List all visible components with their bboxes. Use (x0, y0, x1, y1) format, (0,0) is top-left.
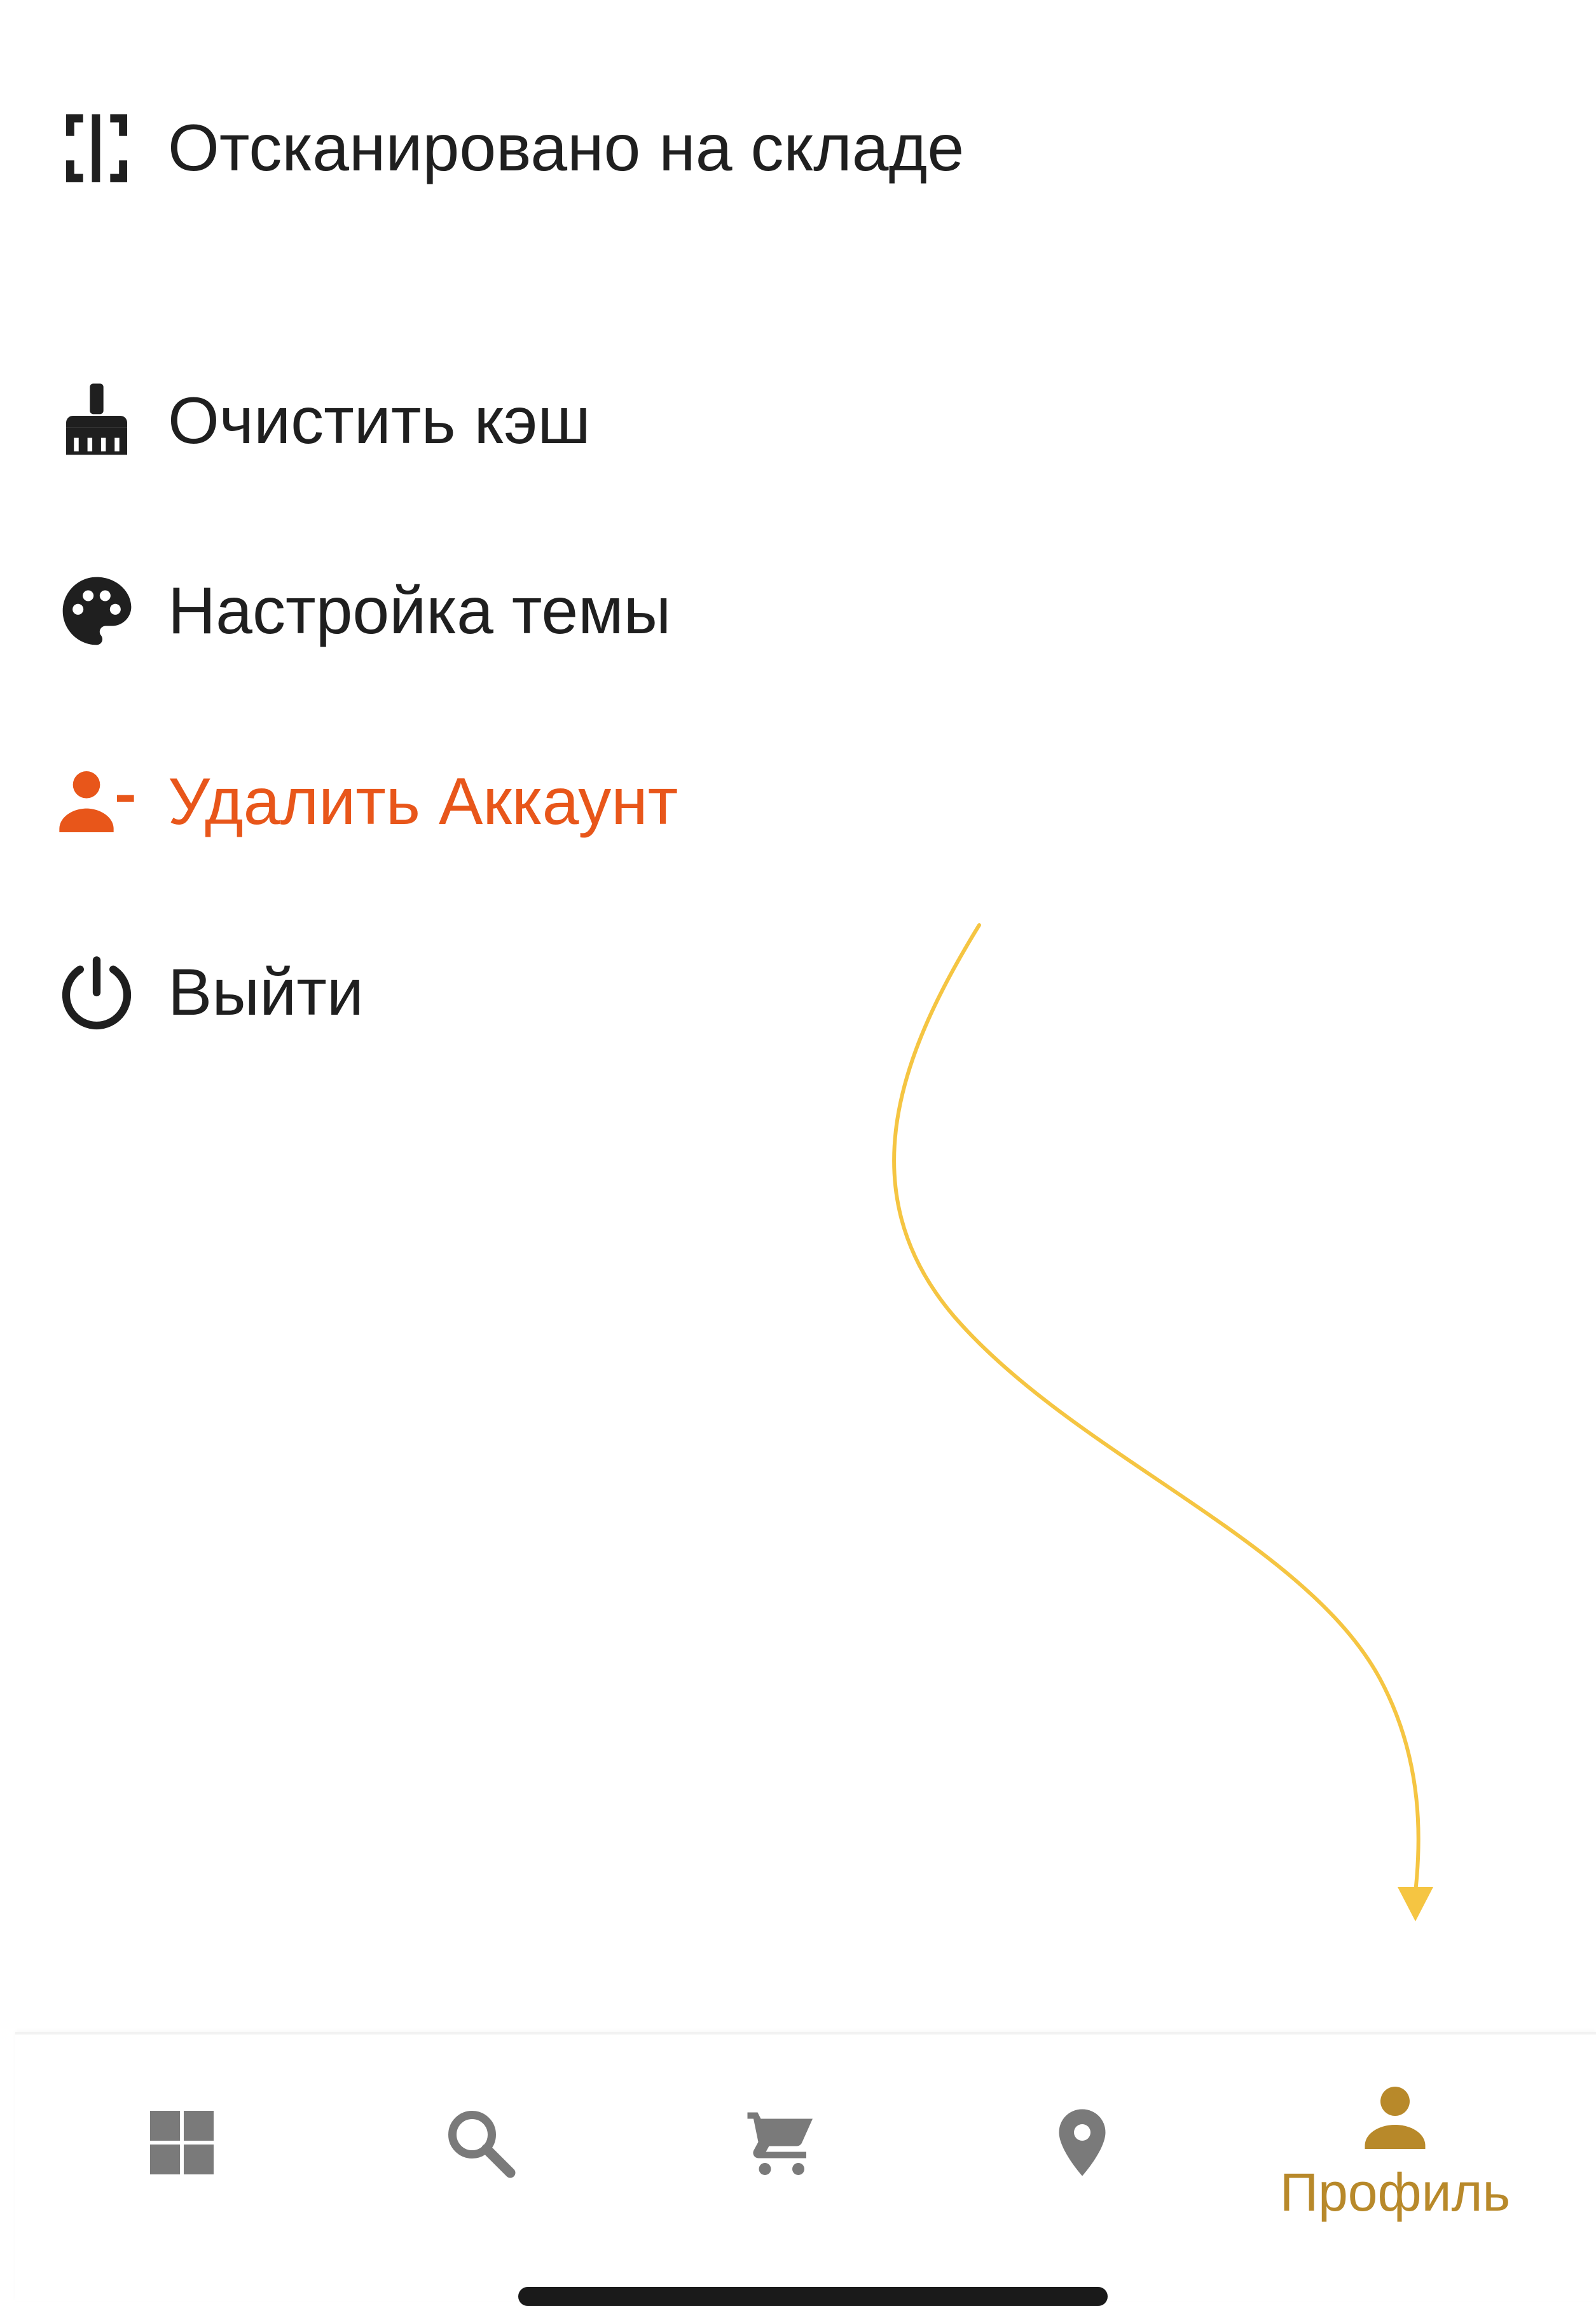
nav-tab-cart[interactable] (647, 2035, 914, 2238)
scan-frame-icon (56, 107, 137, 189)
cart-icon (743, 2104, 819, 2181)
nav-tab-label: Профиль (1279, 2162, 1511, 2222)
nav-tab-profile[interactable]: Профиль (1262, 2035, 1529, 2238)
menu-item-theme-settings[interactable]: Настройка темы (0, 547, 954, 675)
location-pin-icon (1044, 2104, 1120, 2181)
search-icon (442, 2104, 518, 2181)
menu-item-delete-account[interactable]: Удалить Аккаунт (0, 738, 954, 865)
palette-icon (56, 570, 137, 652)
nav-tab-search[interactable] (347, 2035, 614, 2238)
menu-item-clear-cache[interactable]: Очистить кэш (0, 357, 954, 484)
home-indicator (518, 2287, 1108, 2306)
menu-item-label: Отсканировано на складе (168, 111, 965, 185)
menu-item-label: Очистить кэш (168, 384, 591, 458)
power-icon (56, 952, 137, 1033)
menu-item-logout[interactable]: Выйти (0, 929, 954, 1056)
menu-item-label: Удалить Аккаунт (168, 765, 678, 839)
remove-user-icon (56, 761, 137, 842)
nav-tab-catalog[interactable] (48, 2035, 315, 2238)
grid-icon (144, 2104, 220, 2181)
annotation-arrow (892, 923, 1433, 1921)
person-icon (1357, 2079, 1433, 2155)
bottom-navigation-bar: Профиль (15, 2032, 1596, 2301)
menu-item-label: Выйти (168, 956, 364, 1029)
nav-tab-location[interactable] (949, 2035, 1216, 2238)
broom-icon (56, 380, 137, 462)
menu-item-scanned-in-warehouse[interactable]: Отсканировано на складе (0, 85, 964, 212)
menu-item-label: Настройка темы (168, 574, 671, 648)
